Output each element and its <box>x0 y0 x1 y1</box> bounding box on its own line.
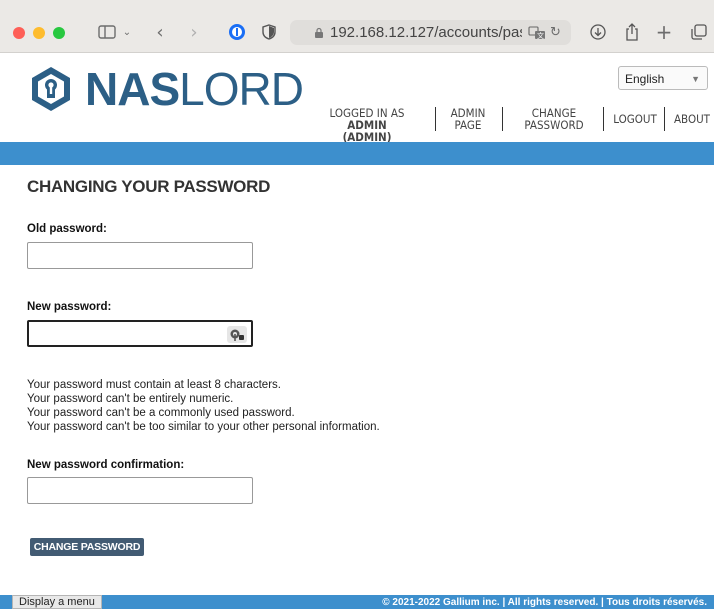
sidebar-icon[interactable] <box>96 20 118 44</box>
header-band <box>0 142 714 165</box>
address-bar[interactable]: 192.168.12.127/accounts/password 文 ↻ <box>290 20 571 45</box>
nav-separator <box>502 107 503 131</box>
chevron-down-icon: ▼ <box>691 74 700 84</box>
translate-icon[interactable]: 文 <box>528 20 546 45</box>
old-password-label: Old password: <box>27 223 107 235</box>
new-password-label: New password: <box>27 301 112 313</box>
copyright-text: © 2021-2022 Gallium inc. | All rights re… <box>382 597 707 608</box>
password-help-list: Your password must contain at least 8 ch… <box>27 378 380 434</box>
chevron-down-icon[interactable]: ⌄ <box>120 20 134 44</box>
new-tab-icon[interactable]: + <box>654 20 674 44</box>
help-text: Your password can't be entirely numeric. <box>27 393 234 405</box>
nav-logout[interactable]: LOGOUT <box>610 113 660 125</box>
nav-about[interactable]: ABOUT <box>672 113 712 125</box>
help-text: Your password must contain at least 8 ch… <box>27 379 281 391</box>
nav-change-password[interactable]: CHANGE PASSWORD <box>518 107 590 131</box>
tab-overview-icon[interactable] <box>688 20 710 44</box>
lock-icon <box>314 20 324 45</box>
forward-icon[interactable]: › <box>184 20 204 44</box>
old-password-input[interactable] <box>27 242 253 269</box>
minimize-window-button[interactable] <box>33 27 45 39</box>
confirm-password-label: New password confirmation: <box>27 459 185 471</box>
password-manager-icon[interactable] <box>226 20 248 44</box>
url-text: 192.168.12.127/accounts/password <box>330 24 522 41</box>
site-header: NASLORD English ▼ LOGGED IN AS ADMIN (AD… <box>0 53 714 144</box>
privacy-shield-icon[interactable] <box>259 20 279 44</box>
nav-separator <box>603 107 604 131</box>
nav-admin-page[interactable]: ADMIN PAGE <box>444 107 492 131</box>
maximize-window-button[interactable] <box>53 27 65 39</box>
download-icon[interactable] <box>588 20 608 44</box>
browser-toolbar: ⌄ ‹ › 192.168.12.127/accounts/password 文… <box>0 0 714 53</box>
nav-separator <box>435 107 436 131</box>
help-text: Your password can't be a commonly used p… <box>27 407 295 419</box>
svg-text:文: 文 <box>537 31 544 40</box>
site-footer: © 2021-2022 Gallium inc. | All rights re… <box>0 595 714 609</box>
confirm-password-input[interactable] <box>27 477 253 504</box>
reload-icon[interactable]: ↻ <box>550 20 561 45</box>
status-tooltip: Display a menu <box>12 595 102 609</box>
share-icon[interactable] <box>622 20 642 44</box>
change-password-button[interactable]: CHANGE PASSWORD <box>30 538 144 556</box>
nav-separator <box>664 107 665 131</box>
naslord-logo-text[interactable]: NASLORD <box>85 63 304 115</box>
new-password-input[interactable] <box>27 320 253 347</box>
help-text: Your password can't be too similar to yo… <box>27 421 380 433</box>
close-window-button[interactable] <box>13 27 25 39</box>
back-icon[interactable]: ‹ <box>150 20 170 44</box>
language-select[interactable]: English ▼ <box>618 66 708 90</box>
page-title: CHANGING YOUR PASSWORD <box>27 177 271 196</box>
naslord-logo-icon[interactable] <box>27 65 75 118</box>
logged-in-status: LOGGED IN AS ADMIN (ADMIN) <box>329 106 405 144</box>
password-key-icon[interactable] <box>227 326 247 343</box>
